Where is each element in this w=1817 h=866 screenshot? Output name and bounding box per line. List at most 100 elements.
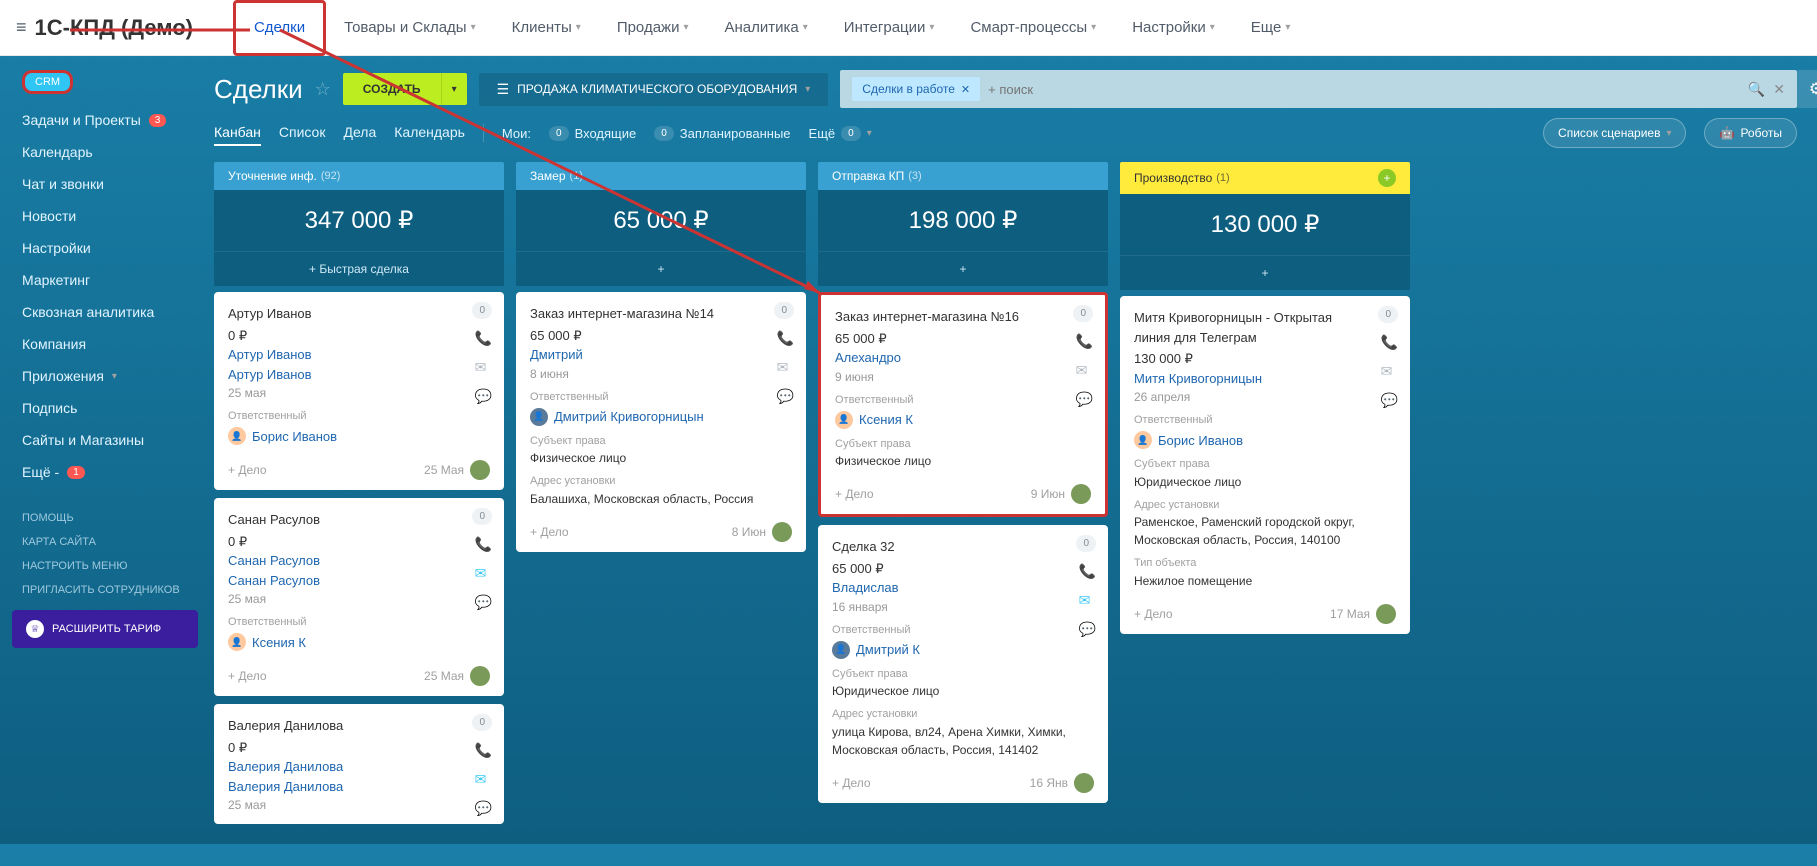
deal-card[interactable]: 0📞✉💬Заказ интернет-магазина №1465 000 ₽Д… xyxy=(516,292,806,552)
column-header[interactable]: Замер (1) xyxy=(516,162,806,190)
settings-gear-button[interactable]: ⚙ xyxy=(1797,70,1817,108)
view-more[interactable]: Ещё 0 ▾ xyxy=(809,126,872,141)
add-task-link[interactable]: + Дело xyxy=(530,523,569,541)
chat-icon[interactable]: 💬 xyxy=(1079,619,1096,640)
hamburger-icon[interactable]: ≡ xyxy=(16,17,27,38)
sidebar-item-9[interactable]: Подпись xyxy=(0,392,210,424)
quick-add[interactable]: + xyxy=(516,251,806,286)
view-tab-0[interactable]: Канбан xyxy=(214,120,261,146)
chat-icon[interactable]: 💬 xyxy=(475,386,492,407)
sidebar-item-10[interactable]: Сайты и Магазины xyxy=(0,424,210,456)
card-contact-link[interactable]: Валерия Данилова xyxy=(228,757,490,777)
sidebar-item-3[interactable]: Новости xyxy=(0,200,210,232)
chat-icon[interactable]: 💬 xyxy=(1381,390,1398,411)
card-contact-link[interactable]: Валерия Данилова xyxy=(228,777,490,797)
phone-icon[interactable]: 📞 xyxy=(1076,331,1093,352)
nav-item-7[interactable]: Настройки▾ xyxy=(1114,0,1233,56)
responsible-person[interactable]: 👤Дмитрий К xyxy=(832,640,1094,660)
add-task-link[interactable]: + Дело xyxy=(228,667,267,685)
deal-card[interactable]: 0📞✉💬Санан Расулов0 ₽Санан РасуловСанан Р… xyxy=(214,498,504,696)
add-task-link[interactable]: + Дело xyxy=(1134,605,1173,623)
sidebar-item-0[interactable]: Задачи и Проекты3 xyxy=(0,104,210,136)
chat-icon[interactable]: 💬 xyxy=(1076,389,1093,410)
filter-chip[interactable]: Сделки в работе ✕ xyxy=(852,77,980,101)
sidebar-item-7[interactable]: Компания xyxy=(0,328,210,360)
add-task-link[interactable]: + Дело xyxy=(228,461,267,479)
card-contact-link[interactable]: Санан Расулов xyxy=(228,571,490,591)
view-tab-3[interactable]: Календарь xyxy=(394,120,465,146)
column-header[interactable]: Уточнение инф. (92) xyxy=(214,162,504,190)
search-icon[interactable]: 🔍 xyxy=(1748,81,1765,98)
favorite-star-icon[interactable]: ☆ xyxy=(315,79,331,100)
add-task-link[interactable]: + Дело xyxy=(832,774,871,792)
mail-icon[interactable]: ✉ xyxy=(475,563,492,584)
column-add-button[interactable]: + xyxy=(1378,169,1396,187)
quick-add[interactable]: + xyxy=(818,251,1108,286)
add-task-link[interactable]: + Дело xyxy=(835,485,874,503)
deal-card[interactable]: 0📞✉💬Заказ интернет-магазина №1665 000 ₽А… xyxy=(818,292,1108,517)
phone-icon[interactable]: 📞 xyxy=(1079,561,1096,582)
deal-card[interactable]: 0📞✉💬Валерия Данилова0 ₽Валерия ДаниловаВ… xyxy=(214,704,504,824)
mail-icon[interactable]: ✉ xyxy=(475,357,492,378)
chat-icon[interactable]: 💬 xyxy=(475,798,492,819)
nav-item-3[interactable]: Продажи▾ xyxy=(599,0,707,56)
view-incoming[interactable]: 0 Входящие xyxy=(549,126,636,141)
column-header[interactable]: Отправка КП (3) xyxy=(818,162,1108,190)
clear-icon[interactable]: ✕ xyxy=(1773,81,1785,98)
robots-button[interactable]: 🤖 Роботы xyxy=(1704,118,1797,148)
mail-icon[interactable]: ✉ xyxy=(1079,590,1096,611)
mail-icon[interactable]: ✉ xyxy=(1076,360,1093,381)
mail-icon[interactable]: ✉ xyxy=(475,769,492,790)
card-contact-link[interactable]: Санан Расулов xyxy=(228,551,490,571)
responsible-person[interactable]: 👤Дмитрий Кривогорницын xyxy=(530,407,792,427)
card-contact-link[interactable]: Дмитрий xyxy=(530,345,792,365)
responsible-person[interactable]: 👤Ксения К xyxy=(228,633,490,653)
sidebar-item-2[interactable]: Чат и звонки xyxy=(0,168,210,200)
nav-item-5[interactable]: Интеграции▾ xyxy=(826,0,953,56)
sidebar-small-1[interactable]: КАРТА САЙТА xyxy=(0,530,210,554)
phone-icon[interactable]: 📞 xyxy=(475,328,492,349)
phone-icon[interactable]: 📞 xyxy=(475,740,492,761)
expand-tariff-button[interactable]: ♕ РАСШИРИТЬ ТАРИФ xyxy=(12,610,198,648)
phone-icon[interactable]: 📞 xyxy=(777,328,794,349)
nav-item-6[interactable]: Смарт-процессы▾ xyxy=(952,0,1114,56)
responsible-person[interactable]: 👤Борис Иванов xyxy=(1134,431,1396,451)
sidebar-item-5[interactable]: Маркетинг xyxy=(0,264,210,296)
create-button[interactable]: СОЗДАТЬ xyxy=(343,73,441,105)
sidebar-item-6[interactable]: Сквозная аналитика xyxy=(0,296,210,328)
view-planned[interactable]: 0 Запланированные xyxy=(654,126,790,141)
phone-icon[interactable]: 📞 xyxy=(1381,332,1398,353)
column-header[interactable]: Производство (1)+ xyxy=(1120,162,1410,194)
deal-card[interactable]: 0📞✉💬Сделка 3265 000 ₽Владислав16 январяО… xyxy=(818,525,1108,803)
sidebar-item-8[interactable]: Приложения▾ xyxy=(0,360,210,392)
card-contact-link[interactable]: Артур Иванов xyxy=(228,345,490,365)
nav-item-1[interactable]: Товары и Склады▾ xyxy=(326,0,494,56)
view-tab-1[interactable]: Список xyxy=(279,120,326,146)
sidebar-tag-crm[interactable]: CRM xyxy=(22,70,73,94)
card-contact-link[interactable]: Алехандро xyxy=(835,348,1091,368)
sidebar-small-0[interactable]: ПОМОЩЬ xyxy=(0,506,210,530)
deal-card[interactable]: 0📞✉💬Артур Иванов0 ₽Артур ИвановАртур Ива… xyxy=(214,292,504,490)
sidebar-item-11[interactable]: Ещё -1 xyxy=(0,456,210,488)
nav-item-4[interactable]: Аналитика▾ xyxy=(707,0,826,56)
nav-item-0[interactable]: Сделки xyxy=(233,0,326,56)
phone-icon[interactable]: 📞 xyxy=(475,534,492,555)
mail-icon[interactable]: ✉ xyxy=(1381,361,1398,382)
sidebar-small-3[interactable]: ПРИГЛАСИТЬ СОТРУДНИКОВ xyxy=(0,578,210,602)
quick-add[interactable]: + xyxy=(1120,255,1410,290)
sidebar-item-1[interactable]: Календарь xyxy=(0,136,210,168)
mail-icon[interactable]: ✉ xyxy=(777,357,794,378)
scenarios-button[interactable]: Список сценариев ▾ xyxy=(1543,118,1686,148)
create-split-button[interactable]: ▾ xyxy=(441,73,467,105)
chip-remove-icon[interactable]: ✕ xyxy=(961,83,970,96)
card-contact-link[interactable]: Митя Кривогорницын xyxy=(1134,369,1396,389)
deal-card[interactable]: 0📞✉💬Митя Кривогорницын - Открытая линия … xyxy=(1120,296,1410,634)
card-contact-link[interactable]: Владислав xyxy=(832,578,1094,598)
nav-item-2[interactable]: Клиенты▾ xyxy=(494,0,599,56)
sidebar-small-2[interactable]: НАСТРОИТЬ МЕНЮ xyxy=(0,554,210,578)
quick-add[interactable]: + Быстрая сделка xyxy=(214,251,504,286)
card-contact-link[interactable]: Артур Иванов xyxy=(228,365,490,385)
responsible-person[interactable]: 👤Борис Иванов xyxy=(228,427,490,447)
filter-pipeline[interactable]: ☰ ПРОДАЖА КЛИМАТИЧЕСКОГО ОБОРУДОВАНИЯ ▾ xyxy=(479,73,829,106)
sidebar-item-4[interactable]: Настройки xyxy=(0,232,210,264)
